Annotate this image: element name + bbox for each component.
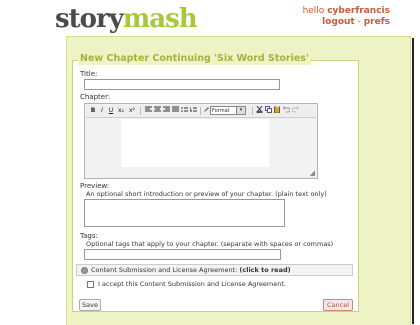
form-legend: New Chapter Continuing 'Six Word Stories… [78, 53, 311, 65]
italic-button[interactable]: I [98, 106, 106, 116]
bullet-list-icon[interactable] [180, 106, 188, 116]
title-input[interactable] [84, 79, 280, 90]
preview-help-text: An optional short introduction or previe… [86, 190, 327, 198]
user-box: hello cyberfrancis logout - prefs [303, 6, 390, 28]
accept-checkbox[interactable] [87, 281, 94, 288]
agreement-bar[interactable]: Content Submission and License Agreement… [76, 264, 353, 276]
cut-icon[interactable] [255, 105, 263, 116]
prefs-link[interactable]: prefs [364, 17, 390, 27]
save-button[interactable]: Save [79, 299, 101, 311]
align-right-icon[interactable] [162, 106, 170, 116]
numbered-list-icon[interactable] [189, 106, 197, 116]
link-separator: - [357, 17, 361, 27]
logout-link[interactable]: logout [322, 17, 355, 27]
logo-part-story: story [55, 4, 124, 34]
toolbar-separator [200, 107, 201, 115]
expand-circle-icon [81, 266, 88, 274]
redo-icon[interactable] [291, 106, 299, 116]
agreement-read-link[interactable]: (click to read) [239, 266, 290, 274]
superscript-button[interactable]: x² [127, 106, 137, 116]
greeting-text: hello [302, 6, 325, 16]
title-label: Title: [80, 70, 98, 78]
editor-toolbar: B I U x₂ x² Format ▾ [86, 105, 316, 118]
chapter-text-area[interactable] [121, 119, 269, 167]
storymash-logo[interactable]: storymash [55, 4, 198, 34]
chapter-label: Chapter: [80, 93, 111, 101]
underline-button[interactable]: U [107, 106, 115, 116]
tags-help-text: Optional tags that apply to your chapter… [86, 240, 334, 248]
logo-part-mash: mash [122, 4, 198, 34]
preview-textarea[interactable] [84, 199, 285, 227]
agreement-text: Content Submission and License Agreement… [91, 266, 238, 274]
chapter-editor: B I U x₂ x² Format ▾ ◢ [84, 103, 318, 179]
paste-icon[interactable] [273, 106, 281, 116]
toolbar-separator [252, 107, 253, 115]
copy-icon[interactable] [264, 106, 272, 116]
resize-handle-icon[interactable]: ◢ [310, 169, 315, 177]
align-justify-icon[interactable] [171, 106, 179, 116]
side-panel-edge [412, 38, 420, 324]
tags-input[interactable] [84, 249, 281, 260]
bold-button[interactable]: B [89, 106, 97, 116]
subscript-button[interactable]: x₂ [116, 106, 126, 116]
edit-icon[interactable] [202, 106, 210, 116]
username: cyberfrancis [327, 6, 390, 16]
align-center-icon[interactable] [153, 106, 161, 116]
format-select-value: Format [212, 108, 230, 114]
toolbar-separator [140, 107, 141, 115]
undo-icon[interactable] [282, 106, 290, 116]
accept-label: I accept this Content Submission and Lic… [98, 280, 286, 288]
format-select[interactable]: Format ▾ [210, 106, 246, 115]
chevron-down-icon: ▾ [236, 107, 245, 114]
cancel-button[interactable]: Cancel [323, 299, 353, 311]
top-bar: storymash hello cyberfrancis logout - pr… [0, 0, 420, 40]
align-left-icon[interactable] [144, 106, 152, 116]
